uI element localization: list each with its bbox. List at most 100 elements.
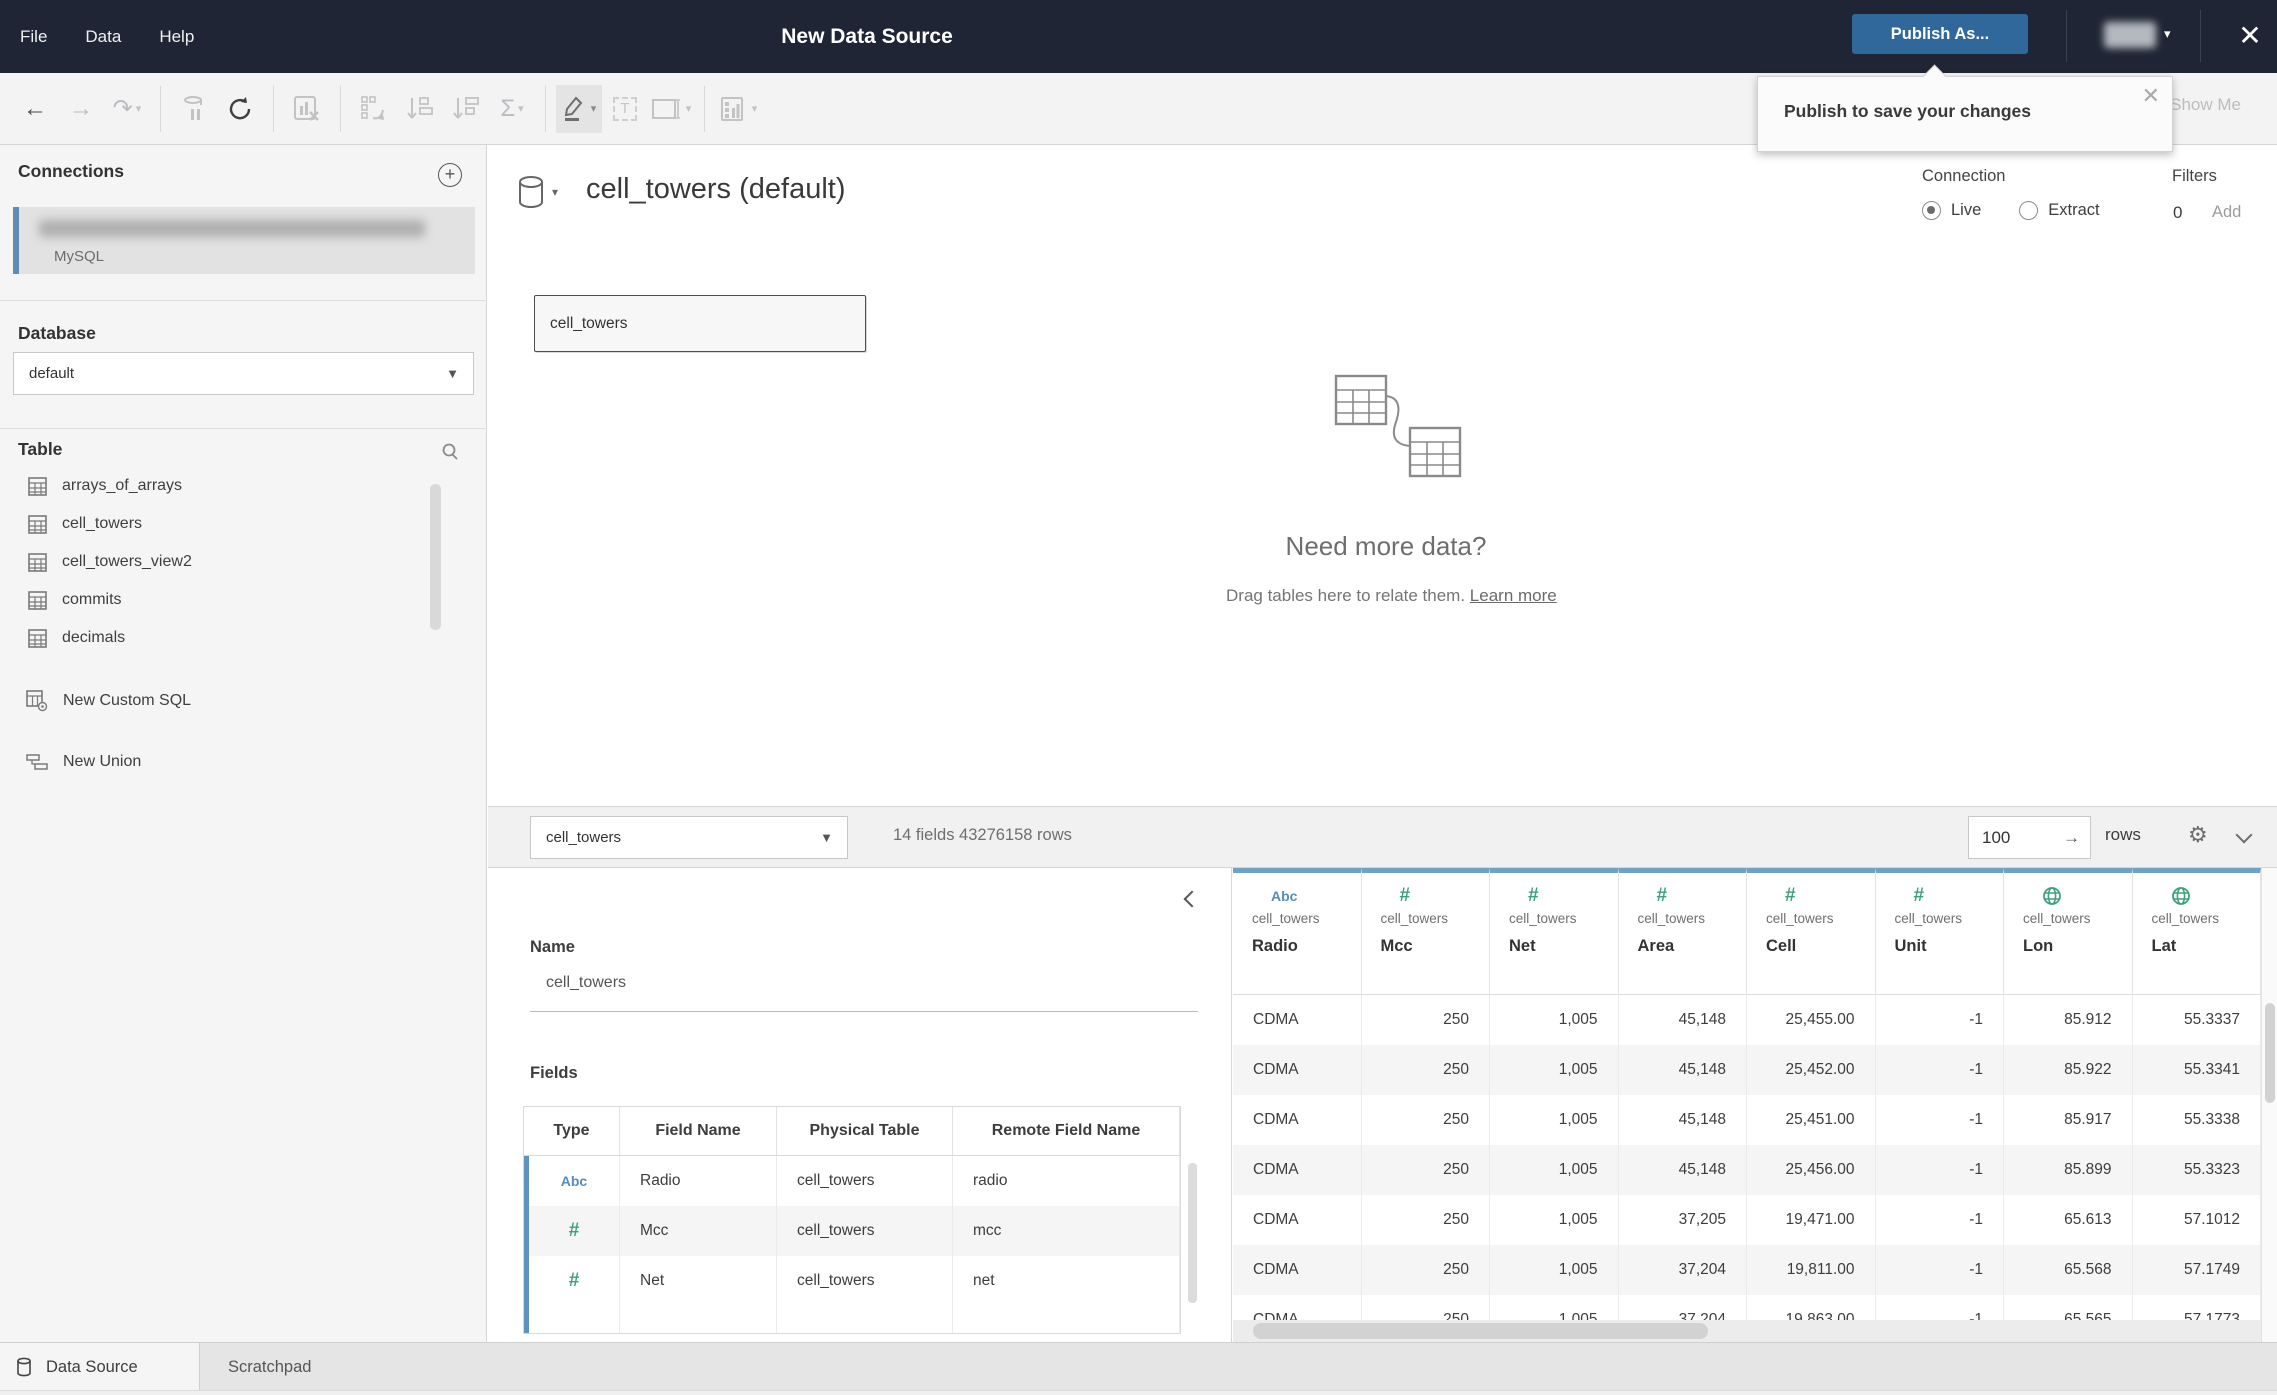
live-radio[interactable] [1922,201,1941,220]
cell-area: 45,148 [1619,1145,1747,1195]
show-me-button[interactable]: Show Me [2170,95,2241,115]
table-list-item[interactable]: arrays_of_arrays [0,467,487,505]
filters-count: 0 [2173,203,2183,222]
fields-scrollbar-thumb[interactable] [1188,1163,1197,1303]
fields-table-row[interactable]: Abc # Mcc cell_towers mcc [524,1206,1180,1256]
fields-label: Fields [530,1064,578,1082]
cell-radio: CDMA [1233,995,1362,1045]
cell-lat: 55.3323 [2133,1145,2261,1195]
table-list-item[interactable]: commits [0,581,487,619]
name-underline [530,1011,1198,1012]
grid-column-header[interactable]: Abc # cell_towers Radio [1233,868,1362,995]
extract-label: Extract [2048,201,2100,219]
tooltip-close-icon[interactable]: ✕ [2142,83,2160,109]
clear-sheet-icon[interactable] [284,85,330,133]
fields-table: Type Field Name Physical Table Remote Fi… [523,1106,1181,1334]
add-connection-icon[interactable]: + [438,163,462,187]
extract-radio[interactable] [2019,201,2039,220]
table-list-item[interactable]: cell_towers [0,505,487,543]
grid-column-header[interactable]: Abc # cell_towers Mcc [1361,868,1490,995]
table-name: cell_towers [62,515,143,532]
grid-data-row[interactable]: CDMA 250 1,005 45,148 25,451.00 -1 85.91… [1233,1095,2261,1145]
grid-column-header[interactable]: Abc # cell_towers Unit [1875,868,2004,995]
search-icon[interactable] [440,442,460,462]
grid-column-header[interactable]: Abc # cell_towers Lat [2132,868,2261,995]
grid-data-row[interactable]: CDMA 250 1,005 37,204 19,811.00 -1 65.56… [1233,1245,2261,1295]
table-selector[interactable]: cell_towers ▼ [530,816,848,859]
datasource-caret-icon[interactable]: ▾ [552,185,558,199]
grid-data-row[interactable]: CDMA 250 1,005 37,205 19,471.00 -1 65.61… [1233,1195,2261,1245]
apply-rows-icon[interactable]: → [2063,817,2080,858]
empty-state-text: Drag tables here to relate them. [1226,586,1470,605]
collapse-panel-icon[interactable] [1183,892,1197,906]
grid-column-header[interactable]: Abc # cell_towers Lon [2004,868,2133,995]
empty-state-title: Need more data? [1285,531,1487,561]
fields-table-row[interactable]: Abc # Radio cell_towers radio [524,1156,1180,1206]
connection-item[interactable]: MySQL [13,207,475,274]
user-menu-caret-icon[interactable]: ▾ [2164,26,2171,42]
row-count-input[interactable]: 100 → [1968,816,2091,859]
cell-lon: 85.922 [2004,1045,2133,1095]
menu-item[interactable]: File [20,27,47,47]
grid-data-row[interactable]: CDMA 250 1,005 45,148 25,452.00 -1 85.92… [1233,1045,2261,1095]
pause-updates-icon[interactable] [171,85,217,133]
grid-header-row: Abc # cell_towers Radio Abc # cell_tower… [1233,868,2261,995]
gear-icon[interactable]: ⚙ [2188,822,2208,848]
divider [0,428,487,429]
logical-table-card[interactable]: cell_towers [534,295,866,352]
sort-descending-icon[interactable] [443,85,489,133]
replay-icon[interactable]: ↷ ▾ [104,85,150,133]
filters-add-link[interactable]: Add [2212,203,2241,222]
table-list-item[interactable]: cell_towers_view2 [0,543,487,581]
data-preview-grid: Abc # cell_towers Radio Abc # cell_tower… [1233,868,2261,1342]
collapse-preview-icon[interactable] [2238,829,2252,843]
text-label-icon[interactable]: T [602,85,648,133]
name-value[interactable]: cell_towers [546,974,626,992]
cell-mcc: 250 [1362,995,1490,1045]
grid-data-row[interactable]: CDMA 250 1,005 45,148 25,456.00 -1 85.89… [1233,1145,2261,1195]
table-list-item[interactable]: decimals [0,619,487,657]
highlight-icon[interactable]: ▾ [556,84,602,133]
close-window-icon[interactable]: ✕ [2230,16,2270,56]
grid-column-header[interactable]: Abc # cell_towers Cell [1747,868,1876,995]
menu-item[interactable]: Data [85,27,121,47]
datasource-cylinder-icon[interactable] [516,175,546,209]
sort-ascending-icon[interactable] [397,85,443,133]
column-table-label: cell_towers [1380,911,1449,926]
custom-sql-icon [26,690,48,712]
fit-view-icon[interactable]: ▾ [648,85,694,133]
user-avatar[interactable] [2104,22,2156,48]
cell-area: 37,205 [1619,1195,1747,1245]
grid-column-header[interactable]: Abc # cell_towers Area [1618,868,1747,995]
vertical-scrollbar-thumb[interactable] [2265,1003,2275,1103]
tab-scratchpad[interactable]: Scratchpad [200,1343,430,1391]
grid-column-header[interactable]: Abc # cell_towers Net [1490,868,1619,995]
column-field-label: Area [1637,937,1675,955]
show-hide-cards-icon[interactable]: ▾ [715,85,761,133]
cell-mcc: 250 [1362,1045,1490,1095]
fields-table-row[interactable]: Abc # Net cell_towers net [524,1256,1180,1306]
refresh-icon[interactable] [217,85,263,133]
cell-radio: CDMA [1233,1145,1362,1195]
redo-icon[interactable]: → [58,85,104,133]
tab-data-source[interactable]: Data Source [0,1343,200,1391]
menu-item[interactable]: Help [159,27,194,47]
undo-icon[interactable]: ← [12,85,58,133]
cell-unit: -1 [1876,1095,2004,1145]
swap-rows-columns-icon[interactable] [351,85,397,133]
grid-data-row[interactable]: CDMA 250 1,005 45,148 25,455.00 -1 85.91… [1233,995,2261,1045]
physical-table-cell: cell_towers [777,1206,953,1256]
divider [2066,10,2067,62]
learn-more-link[interactable]: Learn more [1470,586,1557,605]
new-custom-sql[interactable]: New Custom SQL [0,681,487,721]
chevron-down-icon: ▼ [446,366,459,381]
field-type-cell: Abc # [524,1156,620,1206]
publish-as-button[interactable]: Publish As... [1852,14,2028,54]
sidebar-scrollbar-thumb[interactable] [430,484,441,630]
connection-radio-group: Live Extract [1922,201,2128,220]
horizontal-scrollbar-thumb[interactable] [1253,1323,1708,1339]
database-select[interactable]: default ▼ [13,352,474,395]
status-strip [0,1390,2277,1395]
totals-icon[interactable]: Σ ▾ [489,85,535,133]
new-union[interactable]: New Union [0,742,487,782]
